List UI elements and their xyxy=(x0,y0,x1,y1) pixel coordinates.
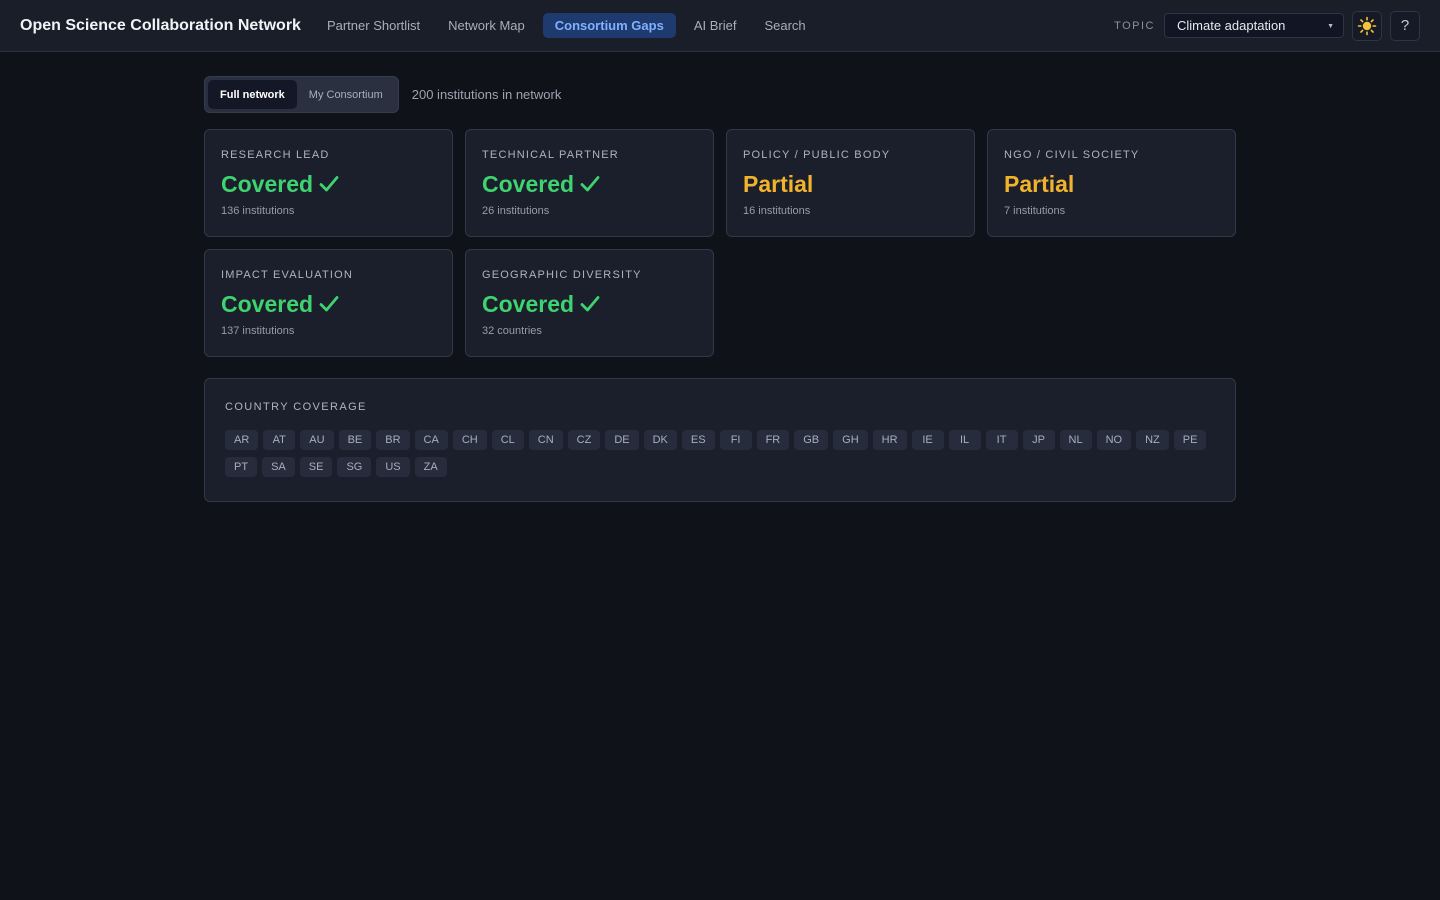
topic-label: TOPIC xyxy=(1114,19,1155,32)
country-chip: PT xyxy=(225,457,258,477)
country-coverage-panel: COUNTRY COVERAGE AR AT AU BE BR CA CH CL… xyxy=(204,378,1236,502)
country-chip: NO xyxy=(1096,430,1132,450)
country-chip: CA xyxy=(414,430,448,450)
sun-icon xyxy=(1357,16,1377,35)
card-detail: 16 institutions xyxy=(743,205,811,217)
country-chip: BE xyxy=(338,430,372,450)
country-chip: ZA xyxy=(414,457,447,477)
coverage-cards: RESEARCH LEAD Covered 136 institutions T… xyxy=(204,129,1236,357)
institution-count: 200 institutions in network xyxy=(411,87,562,102)
view-toolbar: Full network My Consortium 200 instituti… xyxy=(204,76,1236,113)
card-title: GEOGRAPHIC DIVERSITY xyxy=(482,269,642,281)
checkmark-icon xyxy=(319,176,339,192)
nav-partner-shortlist[interactable]: Partner Shortlist xyxy=(317,13,430,38)
country-chip: GB xyxy=(794,430,829,450)
card-title: POLICY / PUBLIC BODY xyxy=(743,149,891,161)
toggle-my-consortium[interactable]: My Consortium xyxy=(297,80,395,109)
country-chip: DE xyxy=(605,430,639,450)
card-detail: 137 institutions xyxy=(221,325,295,337)
card-technical-partner: TECHNICAL PARTNER Covered 26 institution… xyxy=(465,129,714,237)
country-chip: CZ xyxy=(567,430,601,450)
country-chip: DK xyxy=(643,430,677,450)
card-status: Covered xyxy=(221,170,436,198)
country-chip: US xyxy=(376,457,410,477)
card-research-lead: RESEARCH LEAD Covered 136 institutions xyxy=(204,129,453,237)
nav-ai-brief[interactable]: AI Brief xyxy=(684,13,747,38)
theme-toggle-button[interactable] xyxy=(1352,10,1382,41)
card-geographic-diversity: GEOGRAPHIC DIVERSITY Covered 32 countrie… xyxy=(465,249,714,357)
country-chip: NZ xyxy=(1136,430,1169,450)
view-toggle: Full network My Consortium xyxy=(204,76,399,113)
checkmark-icon xyxy=(580,296,600,312)
country-chip: IE xyxy=(911,430,944,450)
country-chip: ES xyxy=(681,430,715,450)
card-impact-evaluation: IMPACT EVALUATION Covered 137 institutio… xyxy=(204,249,453,357)
card-policy-public-body: POLICY / PUBLIC BODY Partial 16 institut… xyxy=(726,129,975,237)
country-chip: PE xyxy=(1173,430,1207,450)
card-title: NGO / CIVIL SOCIETY xyxy=(1004,149,1140,161)
country-chip: CL xyxy=(491,430,524,450)
country-chip: CN xyxy=(528,430,563,450)
checkmark-icon xyxy=(580,176,600,192)
country-chip: SE xyxy=(299,457,333,477)
nav-search[interactable]: Search xyxy=(754,13,815,38)
nav-network-map[interactable]: Network Map xyxy=(438,13,535,38)
top-navigation-bar: Open Science Collaboration Network Partn… xyxy=(0,0,1440,52)
card-status: Covered xyxy=(482,170,697,198)
toggle-full-network[interactable]: Full network xyxy=(208,80,297,109)
country-chip: AR xyxy=(225,430,259,450)
nav-consortium-gaps[interactable]: Consortium Gaps xyxy=(542,13,676,38)
country-chip: JP xyxy=(1022,430,1055,450)
card-detail: 7 institutions xyxy=(1004,205,1066,217)
main-nav: Partner Shortlist Network Map Consortium… xyxy=(317,13,820,38)
country-chip: AT xyxy=(263,430,296,450)
country-chip: SG xyxy=(337,457,372,477)
country-chip: NL xyxy=(1059,430,1092,450)
card-status: Covered xyxy=(482,290,697,318)
country-chip: CH xyxy=(452,430,487,450)
chevron-down-icon: ▼ xyxy=(1327,23,1334,30)
card-title: IMPACT EVALUATION xyxy=(221,269,354,281)
card-detail: 26 institutions xyxy=(482,205,550,217)
consortium-gaps-panel: Full network My Consortium 200 instituti… xyxy=(204,76,1236,502)
country-chip: FI xyxy=(719,430,752,450)
country-chip: IT xyxy=(985,430,1018,450)
card-status: Partial xyxy=(743,170,814,197)
card-ngo-civil-society: NGO / CIVIL SOCIETY Partial 7 institutio… xyxy=(987,129,1236,237)
card-title: RESEARCH LEAD xyxy=(221,149,330,161)
card-detail: 136 institutions xyxy=(221,205,295,217)
checkmark-icon xyxy=(319,296,339,312)
topic-selected-value: Climate adaptation xyxy=(1177,18,1286,33)
app-title: Open Science Collaboration Network xyxy=(20,16,301,34)
card-title: TECHNICAL PARTNER xyxy=(482,149,619,161)
help-button[interactable]: ? xyxy=(1390,10,1420,41)
country-chip: IL xyxy=(948,430,981,450)
card-status: Partial xyxy=(1004,170,1075,197)
country-coverage-title: COUNTRY COVERAGE xyxy=(225,401,367,413)
card-detail: 32 countries xyxy=(482,325,542,337)
help-icon: ? xyxy=(1400,17,1410,34)
country-chip: AU xyxy=(300,430,334,450)
country-chip: HR xyxy=(872,430,907,450)
topic-select[interactable]: Climate adaptation ▼ xyxy=(1164,13,1344,38)
country-chip: FR xyxy=(756,430,790,450)
country-chip: SA xyxy=(262,457,295,477)
country-chip-list: AR AT AU BE BR CA CH CL CN CZ DE DK ES F… xyxy=(225,430,1210,477)
card-status: Covered xyxy=(221,290,436,318)
country-chip: GH xyxy=(833,430,868,450)
country-chip: BR xyxy=(376,430,410,450)
